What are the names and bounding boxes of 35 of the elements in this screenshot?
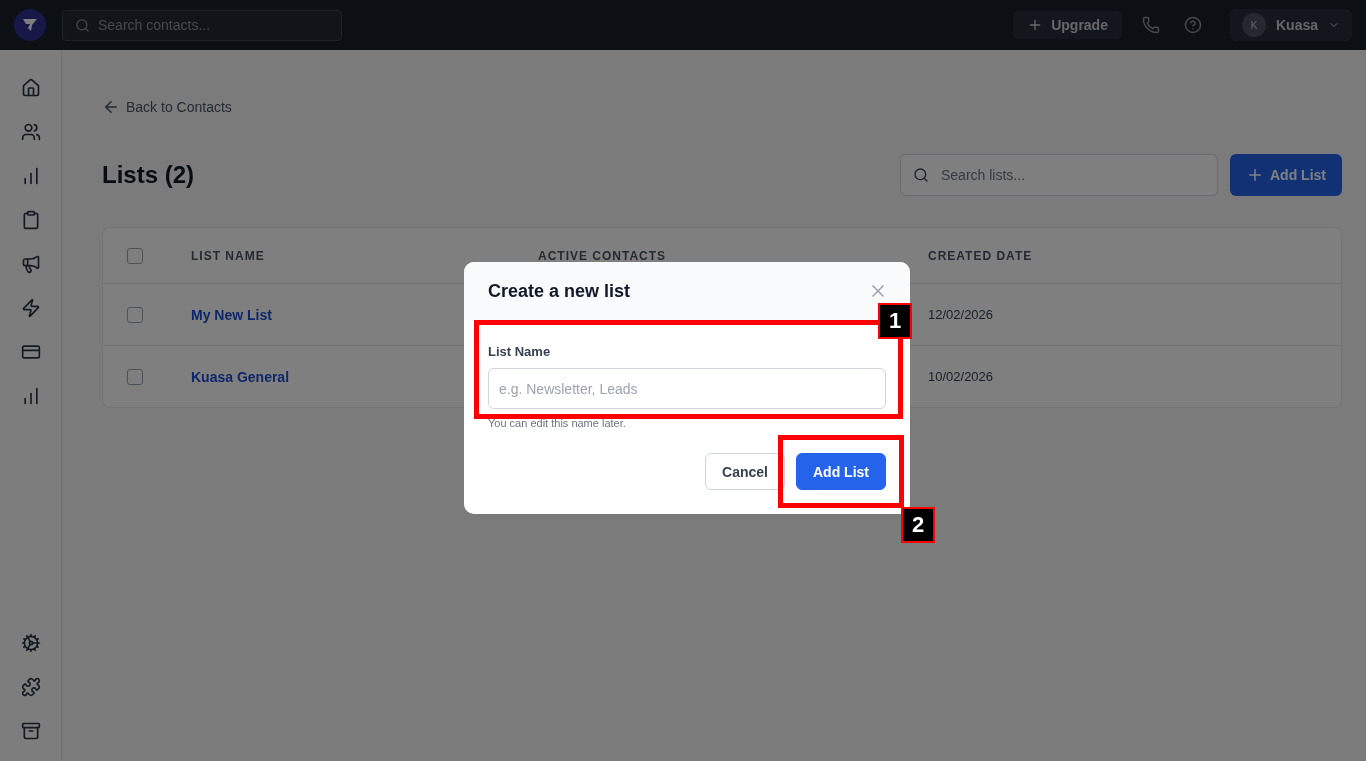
list-name-input[interactable]: e.g. Newsletter, Leads bbox=[488, 368, 886, 409]
add-list-button[interactable]: Add List bbox=[1230, 154, 1342, 196]
search-icon bbox=[913, 167, 929, 183]
home-icon[interactable] bbox=[20, 78, 41, 98]
lightning-icon[interactable] bbox=[20, 298, 41, 318]
lists-search-field[interactable]: Search lists... bbox=[900, 154, 1218, 196]
column-header: LIST NAME bbox=[191, 248, 266, 263]
puzzle-icon[interactable] bbox=[20, 677, 41, 697]
column-header: ACTIVE CONTACTS bbox=[538, 248, 668, 263]
table-cell-text: 12/02/2026 bbox=[928, 307, 995, 322]
megaphone-icon[interactable] bbox=[20, 254, 41, 274]
row-checkbox[interactable] bbox=[127, 306, 143, 323]
users-icon[interactable] bbox=[20, 122, 41, 142]
plus-icon bbox=[1246, 166, 1264, 184]
list-name-link[interactable]: My New List bbox=[191, 306, 272, 323]
credit-card-icon[interactable] bbox=[20, 342, 41, 362]
column-header: CREATED DATE bbox=[928, 248, 1034, 263]
table-cell-text: 10/02/2026 bbox=[928, 369, 995, 384]
page-title: Lists (2) bbox=[102, 161, 195, 189]
select-all-checkbox[interactable] bbox=[127, 247, 143, 264]
field-label: List Name bbox=[488, 344, 552, 359]
search-icon bbox=[75, 17, 90, 33]
dialog-title: Create a new list bbox=[488, 280, 631, 302]
list-name-link[interactable]: Kuasa General bbox=[191, 368, 290, 385]
field-hint: You can edit this name later. bbox=[488, 417, 627, 429]
annotation-number: 1 bbox=[878, 303, 912, 339]
archive-icon[interactable] bbox=[20, 721, 41, 741]
add-list-submit-button[interactable]: Add List bbox=[796, 453, 886, 490]
cancel-button[interactable]: Cancel bbox=[705, 453, 785, 490]
row-checkbox[interactable] bbox=[127, 368, 143, 385]
app-logo[interactable] bbox=[14, 9, 46, 41]
settings-icon[interactable] bbox=[20, 633, 41, 653]
annotation-number: 2 bbox=[901, 507, 935, 543]
back-link[interactable]: Back to Contacts bbox=[102, 98, 232, 116]
upgrade-button[interactable]: Upgrade bbox=[1013, 11, 1122, 39]
